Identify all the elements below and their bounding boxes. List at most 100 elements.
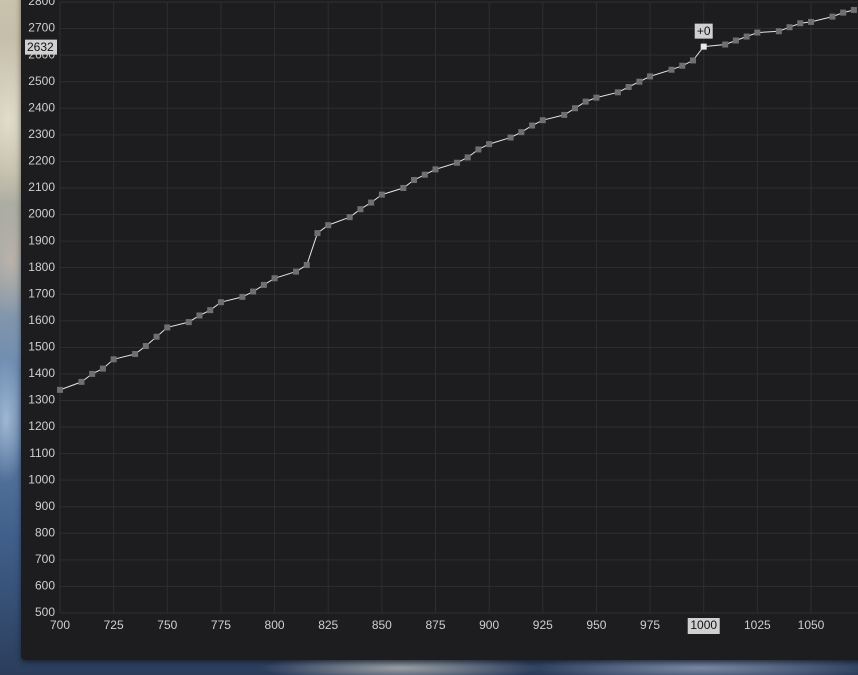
x-axis: 700 725 750 775 800 825 850 875 900 925 950 975 1025… xyxy=(50,618,825,632)
data-point xyxy=(636,78,643,85)
y-tick-label: 700 xyxy=(35,552,55,566)
x-tick-label: 1025 xyxy=(744,618,771,632)
y-tick-label: 600 xyxy=(35,579,55,593)
y-axis: 500 600 700 800 900 1000 1100 1200 1300 1400 1500 1… xyxy=(28,0,55,619)
data-point xyxy=(529,122,536,129)
x-tick-label: 850 xyxy=(372,618,392,632)
data-point xyxy=(808,18,814,25)
x-tick-label: 725 xyxy=(104,618,124,632)
data-point xyxy=(775,28,782,35)
series-markers xyxy=(57,6,857,393)
data-point xyxy=(378,191,385,198)
data-point xyxy=(357,206,364,213)
data-point xyxy=(153,333,160,340)
y-tick-label: 1500 xyxy=(28,340,55,354)
data-point xyxy=(614,89,621,96)
data-point xyxy=(217,299,224,306)
data-point xyxy=(250,288,257,295)
data-point xyxy=(743,33,750,40)
y-tick-label: 500 xyxy=(35,605,55,619)
data-point xyxy=(561,111,568,118)
data-point xyxy=(314,230,321,237)
data-point xyxy=(689,57,696,64)
data-point xyxy=(325,222,332,229)
y-tick-label: 1900 xyxy=(28,233,55,247)
y-tick-label: 1700 xyxy=(28,286,55,300)
data-point xyxy=(207,307,214,314)
delta-annotation: +0 xyxy=(697,24,711,38)
data-point xyxy=(271,275,278,282)
data-point xyxy=(754,29,761,36)
data-point xyxy=(679,62,686,69)
data-point xyxy=(368,199,375,206)
x-tick-label: 900 xyxy=(479,618,499,632)
data-point xyxy=(260,281,267,288)
data-point xyxy=(539,117,546,124)
x-tick-label: 825 xyxy=(318,618,338,632)
y-tick-label: 2400 xyxy=(28,100,55,114)
x-tick-label: 750 xyxy=(157,618,177,632)
series-line xyxy=(59,9,855,391)
data-point xyxy=(411,176,418,183)
line-chart[interactable]: 500 600 700 800 900 1000 1100 1200 1300 1400 1500 1… xyxy=(0,0,858,675)
y-tick-label: 2700 xyxy=(28,21,55,35)
data-point xyxy=(89,370,96,377)
x-tick-label: 950 xyxy=(586,618,606,632)
y-tick-label: 2000 xyxy=(28,207,55,221)
data-point xyxy=(507,134,514,141)
data-point xyxy=(668,66,675,73)
data-point xyxy=(99,365,106,372)
series-path xyxy=(59,9,855,391)
data-point xyxy=(432,166,439,173)
x-tick-label: 975 xyxy=(640,618,660,632)
data-point xyxy=(571,105,578,112)
y-tick-label: 1600 xyxy=(28,313,55,327)
y-tick-label: 1300 xyxy=(28,393,55,407)
x-tick-label: 875 xyxy=(425,618,445,632)
y-tick-label: 800 xyxy=(35,525,55,539)
data-point xyxy=(786,24,793,31)
x-tick-label: 800 xyxy=(265,618,285,632)
highlighted-point xyxy=(700,43,707,50)
data-point xyxy=(850,6,857,13)
x-tick-label: 775 xyxy=(211,618,231,632)
data-point xyxy=(78,378,85,385)
data-point xyxy=(57,386,63,393)
data-point xyxy=(732,37,739,44)
data-point xyxy=(453,159,460,166)
x-tick-label: 1050 xyxy=(798,618,825,632)
data-point xyxy=(582,98,589,105)
data-point xyxy=(400,184,407,191)
data-point xyxy=(303,261,310,268)
y-tick-label: 2100 xyxy=(28,180,55,194)
y-tick-label: 2800 xyxy=(28,0,55,8)
data-point xyxy=(486,141,493,148)
data-point xyxy=(421,171,428,178)
data-point xyxy=(185,319,192,326)
chart-grid xyxy=(59,1,858,614)
y-tick-label: 1800 xyxy=(28,260,55,274)
x-value-label: 1000 xyxy=(690,618,717,632)
y-tick-label: 1000 xyxy=(28,472,55,486)
x-tick-label: 925 xyxy=(533,618,553,632)
data-point xyxy=(164,324,171,331)
data-point xyxy=(196,312,203,319)
y-tick-label: 900 xyxy=(35,499,55,513)
y-tick-label: 2200 xyxy=(28,154,55,168)
data-point xyxy=(647,73,654,80)
y-value-label: 2632 xyxy=(27,40,54,54)
y-tick-label: 1200 xyxy=(28,419,55,433)
data-point xyxy=(840,9,847,16)
y-tick-label: 2300 xyxy=(28,127,55,141)
data-point xyxy=(797,20,804,27)
data-point xyxy=(518,129,525,136)
y-tick-label: 1100 xyxy=(29,446,55,460)
y-tick-label: 1400 xyxy=(28,366,55,380)
data-point xyxy=(829,13,836,20)
data-point xyxy=(293,268,300,275)
data-point xyxy=(346,214,353,221)
data-point xyxy=(110,356,117,363)
x-tick-label: 700 xyxy=(50,618,70,632)
data-point xyxy=(593,94,600,101)
hover-highlight: 2632 1000 +0 xyxy=(25,23,720,634)
